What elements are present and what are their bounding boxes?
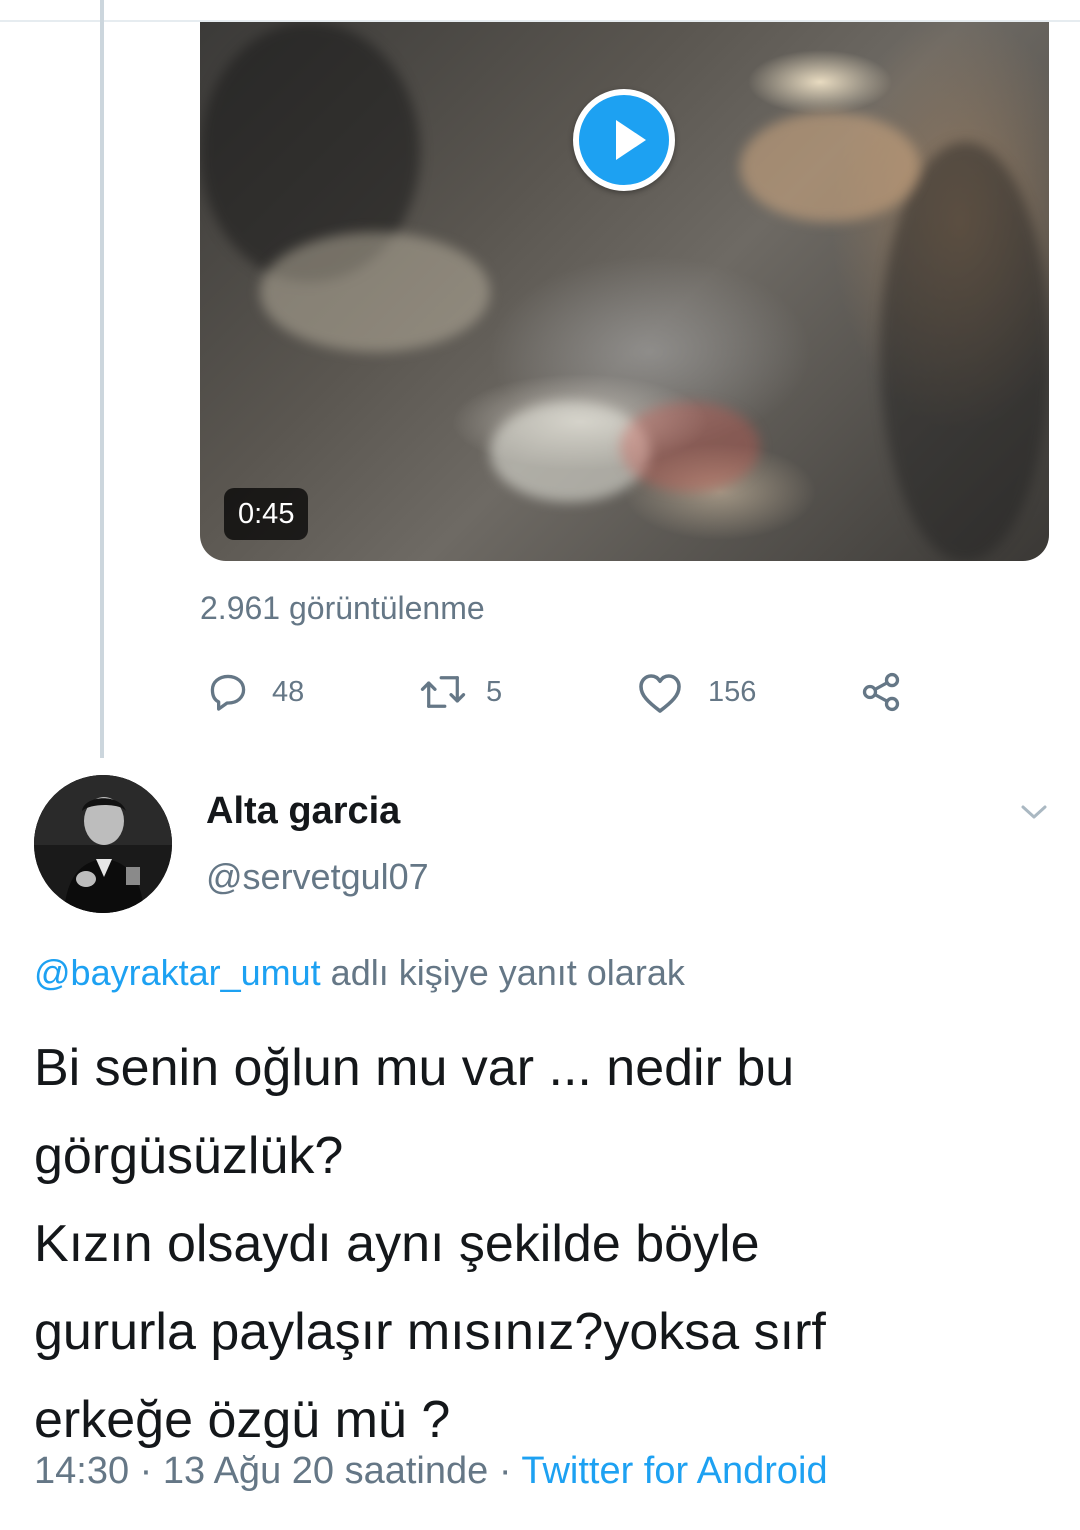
video-scene-food [620, 402, 760, 492]
video-scene-arm [740, 112, 920, 222]
video-scene-person [880, 142, 1049, 561]
reply-button[interactable]: 48 [206, 664, 304, 720]
tweet-text-line: gururla paylaşır mısınız?yoksa sırf [34, 1303, 826, 1361]
tweet-timestamp: 14:30 · 13 Ağu 20 saatinde · [34, 1450, 522, 1492]
video-duration-badge: 0:45 [224, 488, 309, 540]
reply-count: 48 [272, 675, 305, 708]
like-count: 156 [708, 675, 757, 708]
top-divider [0, 0, 1080, 22]
video-scene-plate [260, 232, 490, 352]
play-icon [616, 120, 646, 160]
view-count: 2.961 görüntülenme [200, 590, 485, 626]
user-handle[interactable]: @servetgul07 [206, 856, 429, 898]
tweet-metadata: 14:30 · 13 Ağu 20 saatinde · Twitter for… [34, 1450, 828, 1493]
display-name[interactable]: Alta garcia [206, 790, 400, 833]
retweet-arrows-icon [418, 670, 468, 714]
share-icon [858, 670, 904, 714]
tweet-body: Bi senin oğlun mu var ... nedir bu görgü… [34, 1024, 1044, 1464]
chevron-down-icon[interactable] [1018, 800, 1050, 824]
tweet-text-line: Bi senin oğlun mu var ... nedir bu [34, 1039, 795, 1097]
retweet-button[interactable]: 5 [418, 664, 502, 720]
heart-icon [636, 670, 684, 714]
play-button[interactable] [573, 89, 675, 191]
like-button[interactable]: 156 [636, 664, 756, 720]
reply-context-label: adlı kişiye yanıt olarak [320, 952, 685, 993]
tweet-text-line: görgüsüzlük? [34, 1127, 344, 1185]
reply-context: @bayraktar_umut adlı kişiye yanıt olarak [34, 952, 685, 994]
tweet-source-link[interactable]: Twitter for Android [521, 1450, 827, 1492]
video-player[interactable]: 0:45 [200, 22, 1049, 561]
share-button[interactable] [858, 664, 904, 720]
avatar[interactable] [34, 775, 172, 913]
tweet-text-line: Kızın olsaydı aynı şekilde böyle [34, 1215, 760, 1273]
speech-bubble-icon [206, 670, 250, 714]
tweet-action-bar: 48 5 156 [200, 664, 920, 720]
retweet-count: 5 [486, 675, 503, 708]
thread-connector-line [100, 0, 104, 758]
reply-mention-link[interactable]: @bayraktar_umut [34, 952, 321, 993]
